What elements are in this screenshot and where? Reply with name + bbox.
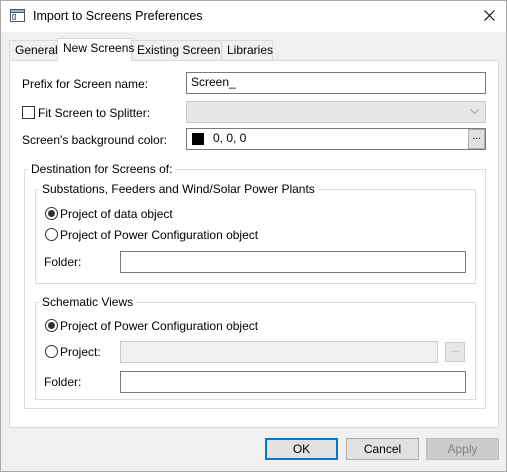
window-title: Import to Screens Preferences [33,9,203,23]
schematic-power-config-radio[interactable] [45,319,58,332]
window-app-icon [10,9,25,22]
bgcolor-value: 0, 0, 0 [213,131,247,145]
prefix-input[interactable]: Screen_ [186,72,486,94]
bgcolor-label: Screen's background color: [22,133,168,147]
project-of-power-config-label: Project of Power Configuration object [60,228,259,242]
destination-group-title: Destination for Screens of: [28,162,176,176]
fit-splitter-checkbox[interactable] [22,106,35,119]
project-of-data-object-radio[interactable] [45,207,58,220]
fit-splitter-label: Fit Screen to Splitter: [38,106,151,120]
schematic-power-config-label: Project of Power Configuration object [60,319,259,333]
tab-new-screens[interactable]: New Screens [57,38,134,61]
ok-button[interactable]: OK [265,438,338,460]
prefix-label: Prefix for Screen name: [22,77,149,91]
tab-panel-new-screens: Prefix for Screen name: Screen_ Fit Scre… [9,60,499,428]
project-of-data-object-label: Project of data object [60,207,173,221]
tab-libraries[interactable]: Libraries [221,40,273,61]
schematic-folder-input[interactable] [120,371,466,393]
tab-general[interactable]: General [9,40,58,61]
chevron-down-icon [470,109,479,115]
bgcolor-field[interactable]: 0, 0, 0 [186,128,486,150]
title-bar: Import to Screens Preferences [1,1,506,32]
substations-folder-label: Folder: [44,255,82,269]
schematic-project-radio[interactable] [45,345,58,358]
schematic-project-input[interactable] [120,341,438,363]
fit-splitter-dropdown[interactable] [186,101,486,123]
close-button[interactable] [473,1,506,31]
bgcolor-browse-button[interactable]: ... [468,129,485,149]
cancel-button[interactable]: Cancel [346,438,419,460]
project-of-power-config-radio[interactable] [45,228,58,241]
substations-group-title: Substations, Feeders and Wind/Solar Powe… [39,182,318,196]
schematic-folder-label: Folder: [44,375,82,389]
apply-button[interactable]: Apply [426,438,499,460]
dialog-window: Import to Screens Preferences General Ne… [0,0,507,472]
substations-folder-input[interactable] [120,251,466,273]
tab-existing-screens[interactable]: Existing Screens [131,40,226,61]
color-swatch [192,133,204,145]
close-icon [484,10,495,21]
schematic-project-label: Project: [60,345,101,359]
schematic-project-browse-button[interactable]: ... [445,342,465,362]
schematic-views-group-title: Schematic Views [39,295,137,309]
